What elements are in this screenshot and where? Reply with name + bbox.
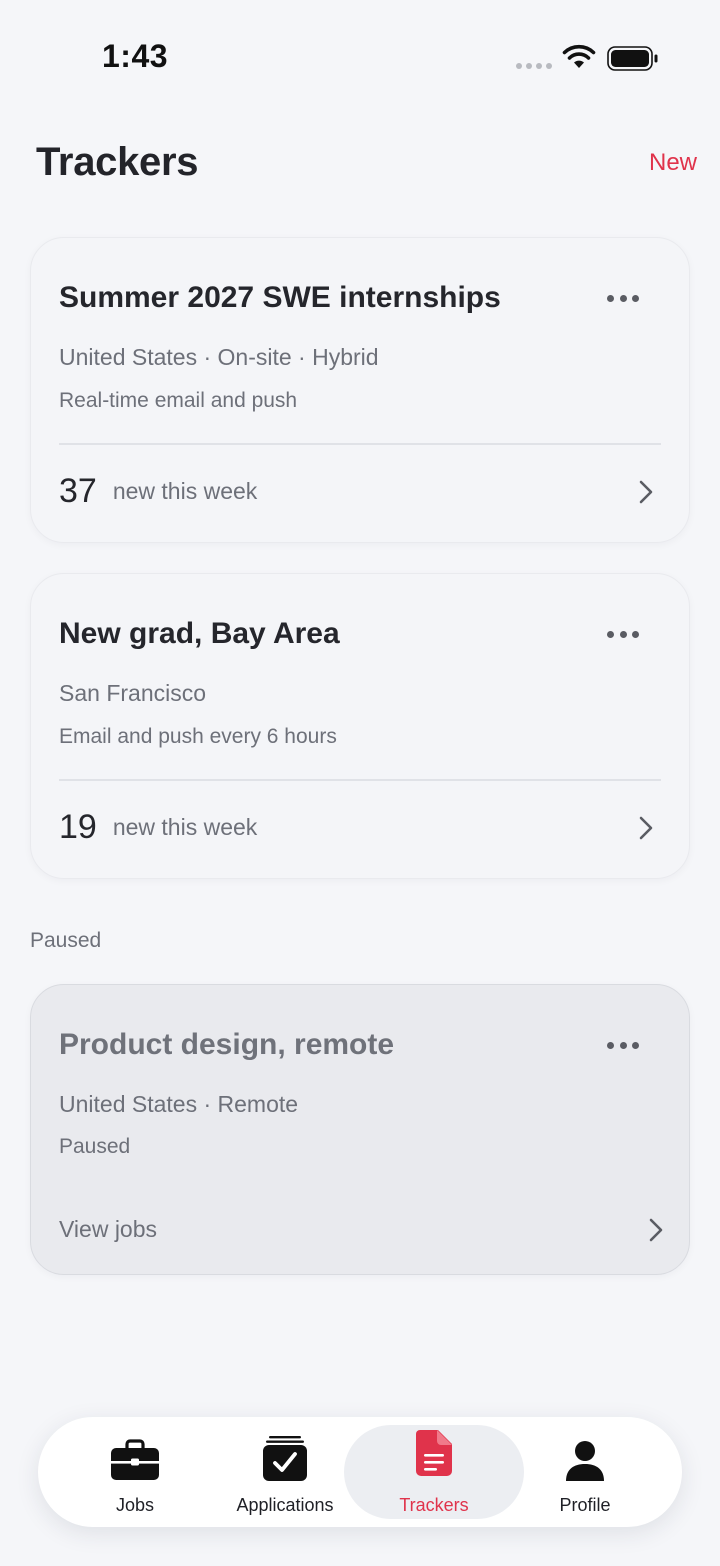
cellular-signal-icon [516,63,552,69]
tab-label: Applications [236,1495,334,1515]
tracker-card[interactable]: New grad, Bay Area San Francisco Email a… [30,573,690,879]
tab-label: Jobs [115,1495,155,1515]
status-time: 1:43 [102,38,169,74]
tracker-notification: Real-time email and push [59,389,298,412]
more-options-icon[interactable] [607,295,639,303]
paused-section-label: Paused [30,929,102,952]
chevron-right-icon [649,1218,663,1242]
tracker-notification: Email and push every 6 hours [59,725,337,748]
view-jobs-row[interactable]: View jobs [59,1204,663,1254]
tab-bar: Jobs Applications Trackers Profile [38,1417,682,1527]
tracker-location: United States · Remote [59,1091,299,1117]
new-jobs-label: new this week [112,813,258,840]
trackers-screen: 1:43 Trackers New Summer 2027 SWE intern… [0,0,720,1566]
new-jobs-row[interactable]: 37 new this week [59,466,661,516]
tab-label: Trackers [399,1495,469,1515]
tracker-card[interactable]: Summer 2027 SWE internships United State… [30,237,690,543]
tracker-title: New grad, Bay Area [59,617,340,650]
more-options-icon[interactable] [607,631,639,639]
view-jobs-label: View jobs [59,1215,158,1242]
divider [59,779,661,781]
new-jobs-count: 19 [59,807,97,846]
status-bar: 1:43 [0,0,720,110]
page-title: Trackers [36,140,199,184]
person-icon [566,1441,604,1481]
briefcase-icon [111,1439,159,1480]
tracker-title: Summer 2027 SWE internships [59,281,501,314]
tab-profile[interactable]: Profile [495,1425,675,1519]
new-jobs-label: new this week [112,477,258,504]
tracker-location: San Francisco [59,680,207,706]
tab-label: Profile [559,1495,611,1515]
tracker-title: Product design, remote [59,1028,395,1061]
document-icon [416,1430,452,1476]
paused-tracker-card[interactable]: Product design, remote United States · R… [30,984,690,1275]
new-jobs-count: 37 [59,471,97,510]
tracker-location: United States · On-site · Hybrid [59,344,379,370]
new-tracker-button[interactable]: New [649,149,697,177]
divider [59,443,661,445]
more-options-icon[interactable] [607,1042,639,1050]
battery-icon [607,46,658,71]
tracker-status: Paused [59,1135,131,1158]
chevron-right-icon [639,816,653,840]
chevron-right-icon [639,480,653,504]
checklist-icon [263,1436,307,1481]
wifi-icon [562,44,596,68]
new-jobs-row[interactable]: 19 new this week [59,802,661,852]
